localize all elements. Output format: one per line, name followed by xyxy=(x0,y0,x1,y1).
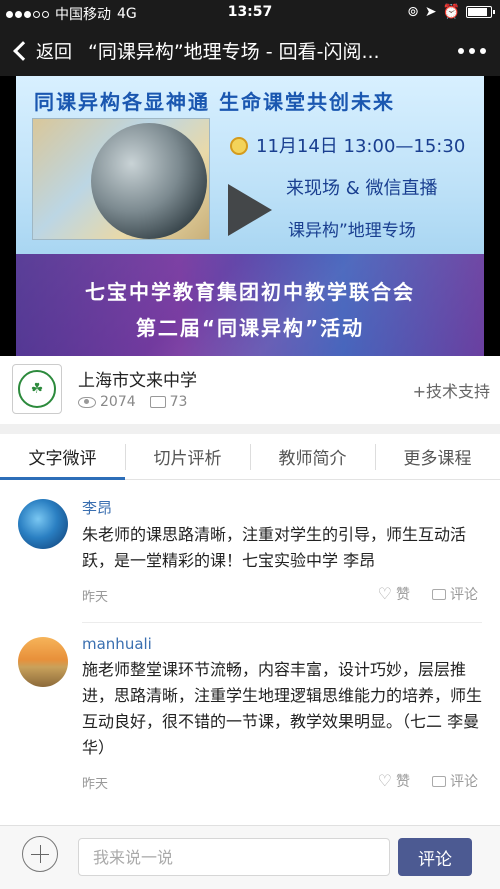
tech-support-link[interactable]: +技术支持 xyxy=(413,378,490,402)
world-map-image xyxy=(32,118,210,240)
back-label: 返回 xyxy=(36,42,72,63)
event-topic-text: 课异构”地理专场 xyxy=(288,221,416,241)
heart-icon: ♡ xyxy=(377,771,392,790)
content-tabs: 文字微评 切片评析 教师简介 更多课程 xyxy=(0,434,500,480)
tab-teacher-intro[interactable]: 教师简介 xyxy=(250,434,375,479)
banner-headline: 同课异构各显神通 生命课堂共创未来 xyxy=(34,90,395,114)
tab-more-courses[interactable]: 更多课程 xyxy=(375,434,500,479)
comment-icon xyxy=(432,588,446,600)
more-options-icon[interactable] xyxy=(458,48,486,54)
view-count: 2074 xyxy=(100,394,136,410)
like-button[interactable]: ♡ 赞 xyxy=(378,584,410,604)
school-stats: 2074 73 xyxy=(78,394,187,410)
submit-comment-button[interactable]: 评论 xyxy=(398,838,472,876)
page-title: “同课异构”地理专场 - 回看-闪阅... xyxy=(88,41,380,63)
status-icons: ⊚ ➤ ⏰ xyxy=(407,4,495,20)
event-live-text: 来现场 & 微信直播 xyxy=(286,178,438,199)
rotation-lock-icon: ⊚ xyxy=(407,4,419,20)
tab-text-comments[interactable]: 文字微评 xyxy=(0,434,125,480)
tab-clip-review[interactable]: 切片评析 xyxy=(125,434,250,479)
school-info: ☘ 上海市文来中学 2074 73 +技术支持 xyxy=(0,356,500,424)
comment-icon xyxy=(432,775,446,787)
location-icon: ➤ xyxy=(424,4,437,20)
section-divider xyxy=(0,424,500,434)
status-bar: 中国移动 4G 13:57 ⊚ ➤ ⏰ xyxy=(0,0,500,26)
comment-actions: ♡ 赞 评论 xyxy=(378,771,478,791)
school-name[interactable]: 上海市文来中学 xyxy=(78,366,197,391)
comment-count: 73 xyxy=(169,394,188,410)
like-button[interactable]: ♡ 赞 xyxy=(378,771,410,791)
comment-divider xyxy=(82,622,482,623)
add-attachment-button[interactable] xyxy=(22,836,58,872)
school-emblem-icon: ☘ xyxy=(18,370,56,408)
clock-icon xyxy=(230,137,248,155)
banner-title-line2: 第二届“同课异构”活动 xyxy=(135,316,365,340)
chevron-left-icon xyxy=(13,41,33,61)
comment-time: 昨天 xyxy=(82,590,109,605)
comment-time: 昨天 xyxy=(82,777,109,792)
comment-count-icon xyxy=(149,396,166,408)
list-item: 李昂 朱老师的课思路清晰，注重对学生的引导，师生互动活跃，是一堂精彩的课！七宝实… xyxy=(0,497,500,606)
comment-list[interactable]: 李昂 朱老师的课思路清晰，注重对学生的引导，师生互动活跃，是一堂精彩的课！七宝实… xyxy=(0,481,500,825)
video-player[interactable]: 同课异构各显神通 生命课堂共创未来 11月14日 13:00—15:30 来现场… xyxy=(0,76,500,356)
school-logo[interactable]: ☘ xyxy=(12,364,62,414)
alarm-icon: ⏰ xyxy=(442,4,460,20)
reply-button[interactable]: 评论 xyxy=(432,771,478,791)
globe-image xyxy=(91,123,207,239)
eye-icon xyxy=(78,396,96,408)
comment-input-bar: 评论 xyxy=(0,825,500,889)
play-icon[interactable] xyxy=(228,184,272,236)
banner-title-line1: 七宝中学教育集团初中教学联合会 xyxy=(85,280,415,304)
back-button[interactable]: 返回 xyxy=(10,38,72,64)
event-time: 11月14日 13:00—15:30 xyxy=(230,132,465,158)
heart-icon: ♡ xyxy=(377,584,392,603)
nav-bar: 返回 “同课异构”地理专场 - 回看-闪阅... xyxy=(0,26,500,76)
video-banner-bottom: 七宝中学教育集团初中教学联合会 第二届“同课异构”活动 xyxy=(16,254,484,356)
comment-author[interactable]: 李昂 xyxy=(82,497,482,518)
comment-input[interactable] xyxy=(78,838,390,876)
comment-actions: ♡ 赞 评论 xyxy=(378,584,478,604)
battery-icon xyxy=(466,6,495,18)
list-item: manhuali 施老师整堂课环节流畅，内容丰富，设计巧妙，层层推进，思路清晰，… xyxy=(0,635,500,793)
comment-author[interactable]: manhuali xyxy=(82,635,482,653)
reply-button[interactable]: 评论 xyxy=(432,584,478,604)
comment-text: 朱老师的课思路清晰，注重对学生的引导，师生互动活跃，是一堂精彩的课！七宝实验中学… xyxy=(82,525,467,570)
comment-text: 施老师整堂课环节流畅，内容丰富，设计巧妙，层层推进，思路清晰，注重学生地理逻辑思… xyxy=(82,660,483,757)
